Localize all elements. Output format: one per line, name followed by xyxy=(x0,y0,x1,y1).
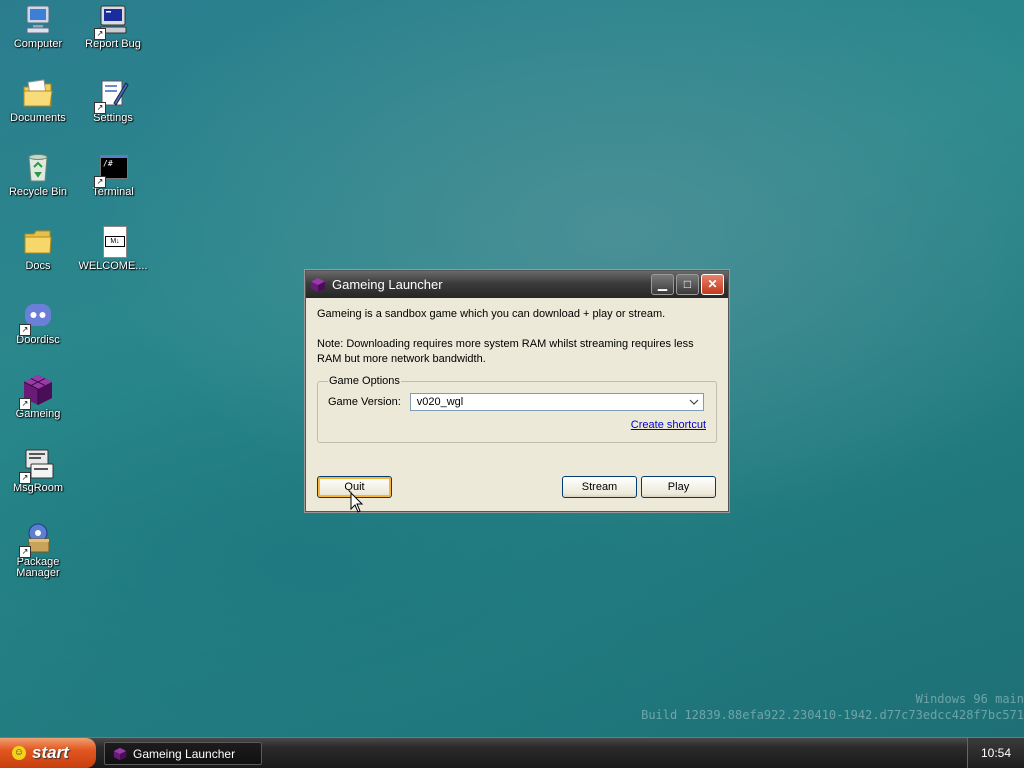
desktop-icon-documents[interactable]: Documents xyxy=(1,77,75,124)
desktop-icon-welcome[interactable]: M↓ WELCOME.... xyxy=(76,225,150,272)
desktop-icon-label: MsgRoom xyxy=(12,482,64,494)
gameing-cube-icon xyxy=(113,747,127,761)
game-version-select[interactable]: v020_wgl xyxy=(409,393,704,411)
shortcut-arrow-icon: ↗ xyxy=(19,398,31,410)
build-watermark-line1: Windows 96 main xyxy=(915,692,1024,706)
gameing-cube-icon: ↗ xyxy=(19,373,55,410)
minimize-button[interactable]: ▁ xyxy=(651,274,674,295)
gameing-cube-icon xyxy=(310,277,326,293)
desktop-icon-label: Recycle Bin xyxy=(8,186,68,198)
desktop-icon-label: Terminal xyxy=(92,186,134,198)
settings-icon: ↗ xyxy=(94,77,130,114)
shortcut-arrow-icon: ↗ xyxy=(19,546,31,558)
close-button[interactable]: ✕ xyxy=(701,274,724,295)
taskbar-item-label: Gameing Launcher xyxy=(133,746,236,761)
doordisc-icon: ↗ xyxy=(19,299,55,336)
start-label: start xyxy=(32,743,69,762)
chevron-down-icon xyxy=(689,396,699,408)
desktop-icon-label: WELCOME.... xyxy=(78,260,148,272)
desktop-icon-docs[interactable]: Docs xyxy=(1,225,75,272)
shortcut-arrow-icon: ↗ xyxy=(94,102,106,114)
terminal-icon: /# ↗ xyxy=(94,151,130,188)
mouse-cursor-icon xyxy=(350,491,364,514)
game-version-value: v020_wgl xyxy=(416,396,464,408)
desktop-icon-terminal[interactable]: /# ↗ Terminal xyxy=(76,151,150,198)
window-title: Gameing Launcher xyxy=(332,277,443,292)
smiley-icon: ☺ xyxy=(12,746,26,760)
game-options-group: Game Options Game Version: v020_wgl Crea… xyxy=(317,375,717,443)
stream-button[interactable]: Stream xyxy=(562,476,637,498)
recycle-bin-icon xyxy=(21,151,55,185)
report-bug-icon: ↗ xyxy=(94,3,130,40)
game-options-legend: Game Options xyxy=(329,375,400,387)
note-text: Note: Downloading requires more system R… xyxy=(317,338,694,365)
maximize-button[interactable]: □ xyxy=(676,274,699,295)
desktop-icon-package-manager[interactable]: ↗ Package Manager xyxy=(1,521,75,579)
msgroom-icon: ↗ xyxy=(19,447,55,484)
desktop-icon-gameing[interactable]: ↗ Gameing xyxy=(1,373,75,420)
desktop-icon-computer[interactable]: Computer xyxy=(1,3,75,50)
desktop-icon-label: Report Bug xyxy=(85,38,141,50)
game-version-label: Game Version: xyxy=(328,396,401,408)
shortcut-arrow-icon: ↗ xyxy=(19,472,31,484)
desktop-icon-label: Computer xyxy=(13,38,63,50)
desktop-icon-label: Doordisc xyxy=(16,334,60,346)
desktop-icon-msgroom[interactable]: ↗ MsgRoom xyxy=(1,447,75,494)
build-watermark-line2: Build 12839.88efa922.230410-1942.d77c73e… xyxy=(641,708,1024,722)
markdown-file-icon: M↓ xyxy=(96,225,130,259)
shortcut-arrow-icon: ↗ xyxy=(94,176,106,188)
desktop-icon-recycle-bin[interactable]: Recycle Bin xyxy=(1,151,75,198)
documents-folder-icon xyxy=(21,77,55,111)
window-body: Gameing is a sandbox game which you can … xyxy=(306,298,728,452)
markdown-glyph: M↓ xyxy=(105,236,125,247)
play-button[interactable]: Play xyxy=(641,476,716,498)
desktop-icon-label: Settings xyxy=(93,112,133,124)
desktop-icon-label: Package Manager xyxy=(16,556,60,579)
taskbar: ☺ start Gameing Launcher 10:54 xyxy=(0,737,1024,768)
folder-icon xyxy=(21,225,55,259)
computer-icon xyxy=(21,3,55,37)
window-titlebar[interactable]: Gameing Launcher ▁ □ ✕ xyxy=(306,271,728,298)
desktop-icon-label: Documents xyxy=(10,112,66,124)
desktop-icon-report-bug[interactable]: ↗ Report Bug xyxy=(76,3,150,50)
desktop-icon-doordisc[interactable]: ↗ Doordisc xyxy=(1,299,75,346)
shortcut-arrow-icon: ↗ xyxy=(94,28,106,40)
desktop-icon-label: Docs xyxy=(25,260,51,272)
package-manager-icon: ↗ xyxy=(19,521,55,558)
system-tray-clock[interactable]: 10:54 xyxy=(967,738,1024,768)
start-button[interactable]: ☺ start xyxy=(0,738,96,768)
gameing-launcher-window: Gameing Launcher ▁ □ ✕ Gameing is a sand… xyxy=(305,270,729,512)
desktop-icon-label: Gameing xyxy=(15,408,61,420)
description-text: Gameing is a sandbox game which you can … xyxy=(317,308,666,320)
game-version-row: Game Version: v020_wgl xyxy=(328,393,706,411)
taskbar-item-gameing-launcher[interactable]: Gameing Launcher xyxy=(104,742,262,765)
shortcut-arrow-icon: ↗ xyxy=(19,324,31,336)
create-shortcut-link[interactable]: Create shortcut xyxy=(328,419,706,431)
desktop-icon-settings[interactable]: ↗ Settings xyxy=(76,77,150,124)
